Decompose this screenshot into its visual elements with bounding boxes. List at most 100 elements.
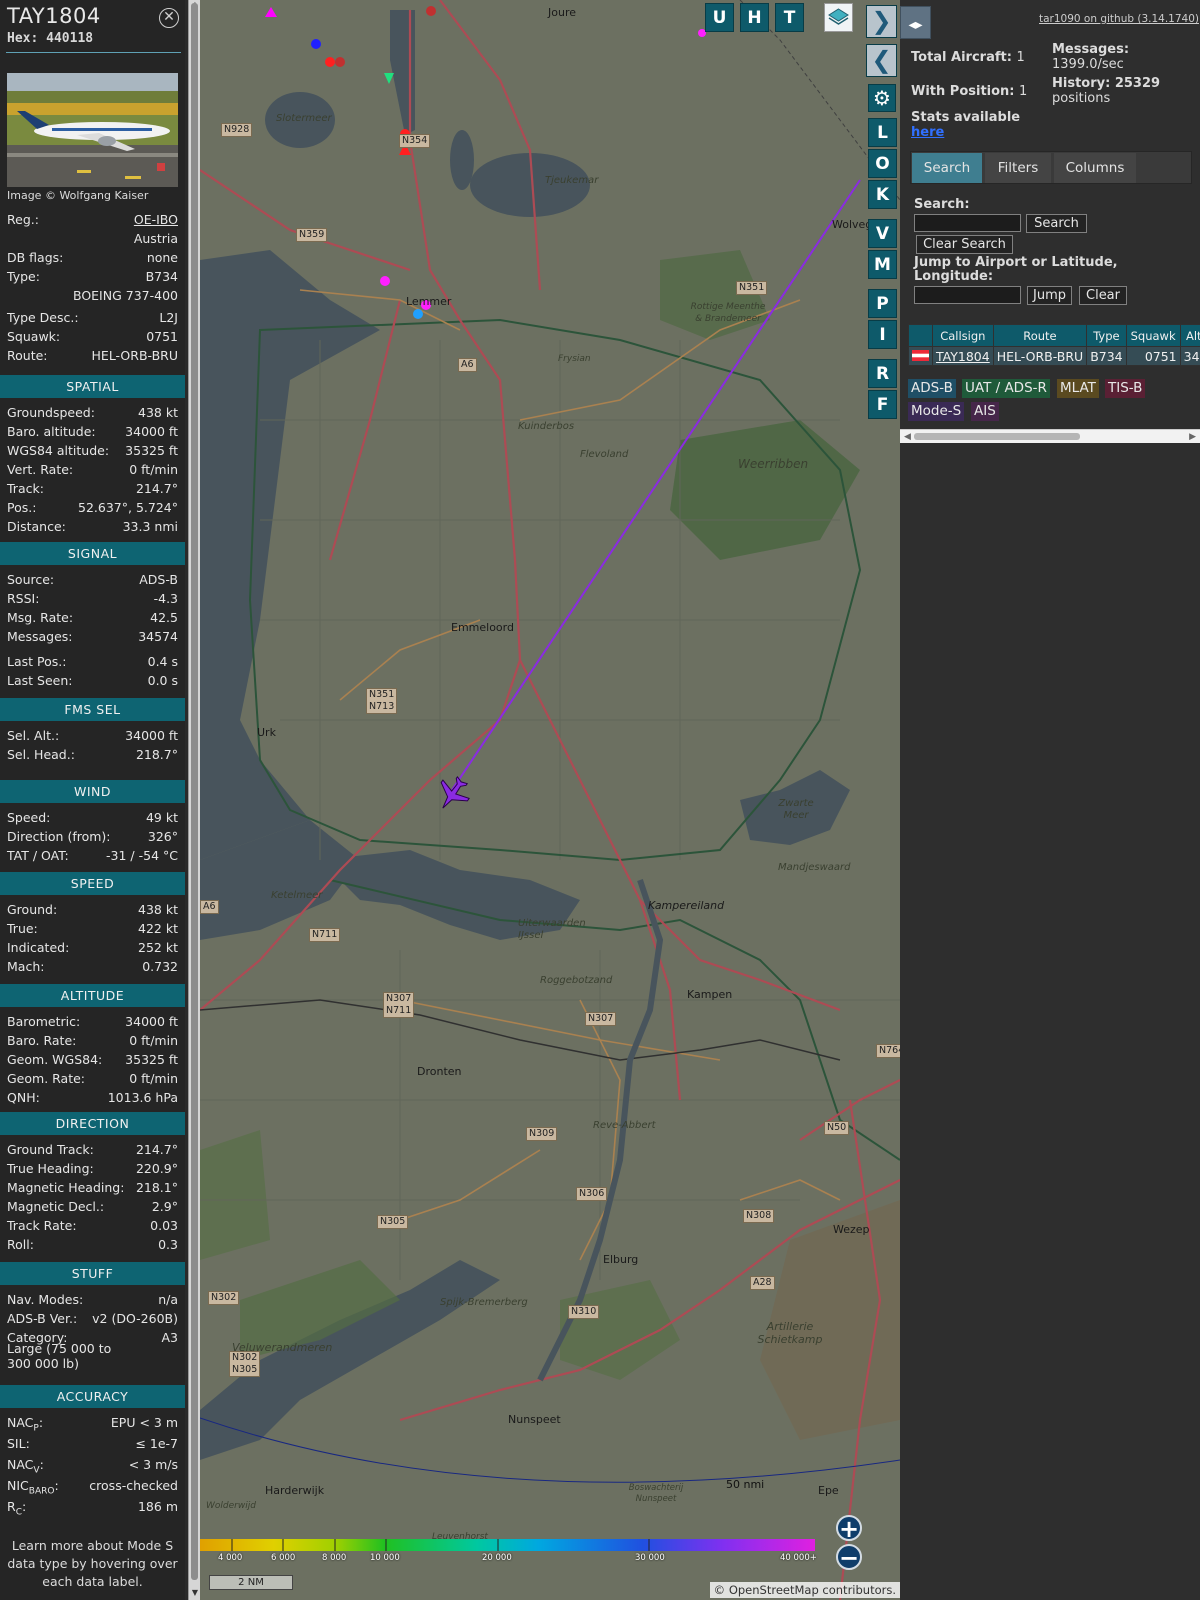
chevron-left-icon: ❮ [871,46,892,74]
info-row: Geom. Rate: 0 ft/min [7,1071,178,1089]
aircraft-dot[interactable] [426,6,436,16]
layers-button[interactable] [824,3,853,32]
info-key: NACV: [7,1457,44,1476]
button-u[interactable]: U [705,3,734,32]
info-row: Magnetic Decl.: 2.9° [7,1199,178,1217]
tab-columns[interactable]: Columns [1054,153,1136,183]
search-button[interactable]: Search [1026,214,1087,233]
place-label: Urk [257,726,276,739]
button-i[interactable]: I [868,320,897,349]
column-header-route[interactable]: Route [992,324,1088,347]
registration-link[interactable]: OE-IBO [134,212,178,227]
info-key-main: NIC [7,1478,29,1493]
clear-search-button[interactable]: Clear Search [916,235,1013,254]
section-header-fms-sel: FMS SEL [0,698,185,721]
info-row: Squawk: 0751 [7,329,178,347]
stats-link[interactable]: here [911,125,944,140]
source-badge-ads-b[interactable]: ADS-B [908,379,956,398]
info-value: 52.637°, 5.724° [78,500,178,515]
column-header-callsign[interactable]: Callsign [932,324,994,347]
jump-button[interactable]: Jump [1027,286,1072,305]
clear-jump-button[interactable]: Clear [1079,286,1127,305]
button-o[interactable]: O [868,149,897,178]
altitude-legend-label: 30 000 [635,1553,665,1563]
info-row: Direction (from): 326° [7,829,178,847]
source-badge-ais[interactable]: AIS [971,402,999,421]
squawk-cell: 0751 [1125,346,1181,366]
info-row: Mach: 0.732 [7,959,178,977]
aircraft-dot[interactable] [413,309,423,319]
info-key: Baro. Rate: [7,1033,77,1048]
column-header-flag[interactable] [908,324,933,347]
button-k[interactable]: K [868,180,897,209]
info-value: 35325 ft [125,443,178,458]
button-p[interactable]: P [868,289,897,318]
info-key: Source: [7,572,55,587]
aircraft-dot[interactable] [335,57,345,67]
aircraft-table: Callsign Route Type Squawk Alt. TAY1804 [908,324,1200,366]
info-key-sub: C [15,1507,22,1518]
aircraft-photo[interactable] [7,73,178,187]
search-input[interactable] [914,214,1021,232]
github-link[interactable]: tar1090 on github (3.14.1740) [1039,13,1199,25]
road-shield: A6 [458,358,477,372]
table-row[interactable]: TAY1804 HEL-ORB-BRU B734 0751 340 [908,346,1200,366]
info-row: DB flags: none [7,250,178,268]
info-value: < 3 m/s [128,1457,178,1472]
info-key: SIL: [7,1436,30,1451]
info-row: TAT / OAT: -31 / -54 °C [7,848,178,866]
area-label: Kuinderbos [518,421,575,432]
button-l[interactable]: L [868,118,897,147]
column-header-alt[interactable]: Alt. [1179,324,1200,347]
button-f[interactable]: F [868,390,897,419]
tab-filters[interactable]: Filters [985,153,1051,183]
total-aircraft: Total Aircraft: 1 [911,50,1025,65]
callsign-cell[interactable]: TAY1804 [932,346,994,366]
button-r[interactable]: R [868,359,897,388]
chevron-right-icon: ❯ [871,7,892,35]
button-h[interactable]: H [740,3,769,32]
info-row: RC: 186 m [7,1499,178,1518]
source-badge-mode-s[interactable]: Mode-S [908,402,965,421]
altitude-legend-label: 40 000+ [780,1553,817,1563]
zoom-in-button[interactable]: + [836,1515,862,1541]
zoom-out-button[interactable]: − [836,1544,862,1570]
close-icon[interactable]: ✕ [159,8,179,28]
info-scrollbar[interactable]: ▲ ▼ [188,0,200,1600]
toggle-sidebar-button[interactable]: ◂▸ [900,6,931,39]
info-value: 49 kt [145,810,178,825]
info-key: NICBARO: [7,1478,59,1497]
info-value: 186 m [137,1499,178,1514]
aircraft-dot[interactable] [325,57,335,67]
button-t[interactable]: T [775,3,804,32]
place-label: Dronten [417,1065,462,1078]
info-row: Ground: 438 kt [7,902,178,920]
map-attribution[interactable]: © OpenStreetMap contributors. [709,1582,900,1598]
category-desc: Large (75 000 to 300 000 lb) [7,1341,112,1371]
tab-search[interactable]: Search [912,153,982,183]
button-m[interactable]: M [868,250,897,279]
info-row: Baro. altitude: 34000 ft [7,424,178,442]
info-key: Ground Track: [7,1142,94,1157]
info-key-main: NAC [7,1457,34,1472]
column-header-type[interactable]: Type [1086,324,1127,347]
info-value: 214.7° [135,481,178,496]
button-v[interactable]: V [868,219,897,248]
aircraft-dot[interactable] [311,39,321,49]
info-value: 34000 ft [125,728,178,743]
aircraft-dot[interactable] [380,276,390,286]
source-badge-uat-ads-r[interactable]: UAT / ADS-R [962,379,1050,398]
expand-right-button[interactable]: ❯ [866,5,897,38]
source-badge-tis-b[interactable]: TIS-B [1105,379,1146,398]
info-key: Route: [7,348,48,363]
jump-input[interactable] [914,286,1021,304]
search-label: Search: [914,197,970,212]
column-header-squawk[interactable]: Squawk [1125,324,1181,347]
info-key: RC: [7,1499,27,1518]
source-badge-mlat[interactable]: MLAT [1057,379,1099,398]
settings-button[interactable]: ⚙ [868,84,896,112]
map-view[interactable]: Joure Lemmer Emmeloord Urk Kampereiland … [200,0,900,1600]
collapse-left-button[interactable]: ❮ [866,44,897,77]
table-scrollbar[interactable]: ◀ ▶ [900,429,1200,443]
info-key: True Heading: [7,1161,94,1176]
